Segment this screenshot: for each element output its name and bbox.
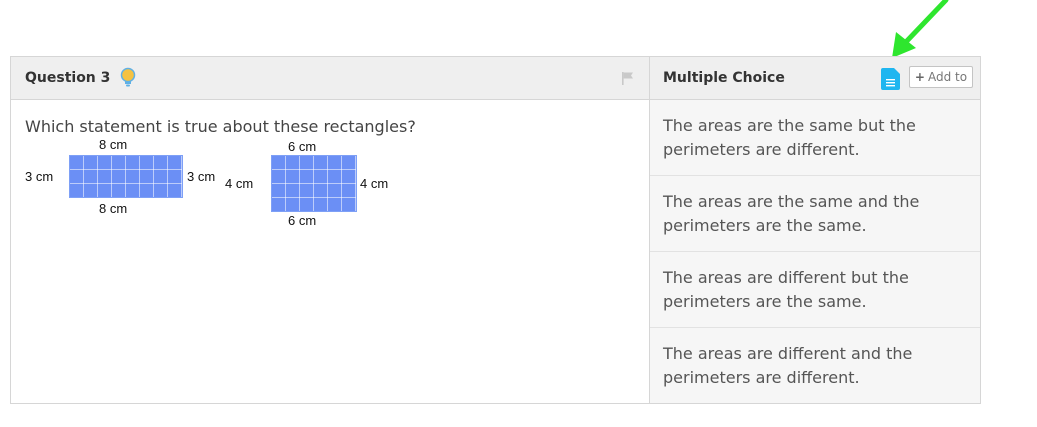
choice-text-line2: perimeters are different. xyxy=(663,140,860,159)
rect1-right-label: 3 cm xyxy=(187,169,216,184)
answer-choice[interactable]: The areas are different and the perimete… xyxy=(650,328,980,403)
add-to-button[interactable]: + Add to xyxy=(909,66,973,88)
answer-header: Multiple Choice + Add to xyxy=(650,57,980,100)
rect1-top-label: 8 cm xyxy=(99,137,128,152)
question-title: Question 3 xyxy=(25,70,111,86)
rect2-left-label: 4 cm xyxy=(225,176,254,191)
rect1-bottom-label: 8 cm xyxy=(99,201,128,216)
choice-text-line1: The areas are the same but the xyxy=(663,116,916,135)
document-icon[interactable] xyxy=(881,68,900,90)
flag-icon[interactable] xyxy=(621,71,635,85)
choice-text-line2: perimeters are the same. xyxy=(663,216,867,235)
rectangle-6-by-4 xyxy=(271,155,357,212)
rect2-top-label: 6 cm xyxy=(288,139,317,154)
choice-text-line1: The areas are different and the xyxy=(663,344,913,363)
choice-text-line2: perimeters are the same. xyxy=(663,292,867,311)
lightbulb-icon[interactable] xyxy=(120,67,136,89)
answer-choice[interactable]: The areas are the same but the perimeter… xyxy=(650,100,980,176)
question-panel: Question 3 Which statement is true about… xyxy=(11,57,650,403)
add-to-label: Add to xyxy=(927,70,968,84)
choice-text-line2: perimeters are different. xyxy=(663,368,860,387)
choice-text-line1: The areas are different but the xyxy=(663,268,909,287)
question-header: Question 3 xyxy=(11,57,649,100)
answer-panel: Multiple Choice + Add to The areas are t… xyxy=(650,57,980,403)
answer-choice[interactable]: The areas are different but the perimete… xyxy=(650,252,980,328)
rectangle-8-by-3 xyxy=(69,155,183,198)
rect2-right-label: 4 cm xyxy=(360,176,389,191)
plus-icon: + xyxy=(914,70,925,84)
choice-text-line1: The areas are the same and the xyxy=(663,192,920,211)
green-arrow-annotation xyxy=(892,0,949,58)
rectangles-figure: 8 cm 3 cm 3 cm 8 cm 6 cm 4 cm 4 cm 6 cm xyxy=(21,137,421,237)
question-prompt: Which statement is true about these rect… xyxy=(25,117,416,136)
rect1-left-label: 3 cm xyxy=(25,169,54,184)
rect2-bottom-label: 6 cm xyxy=(288,213,317,228)
multiple-choice-title: Multiple Choice xyxy=(663,70,785,86)
question-card: Question 3 Which statement is true about… xyxy=(10,56,981,404)
answer-choice[interactable]: The areas are the same and the perimeter… xyxy=(650,176,980,252)
